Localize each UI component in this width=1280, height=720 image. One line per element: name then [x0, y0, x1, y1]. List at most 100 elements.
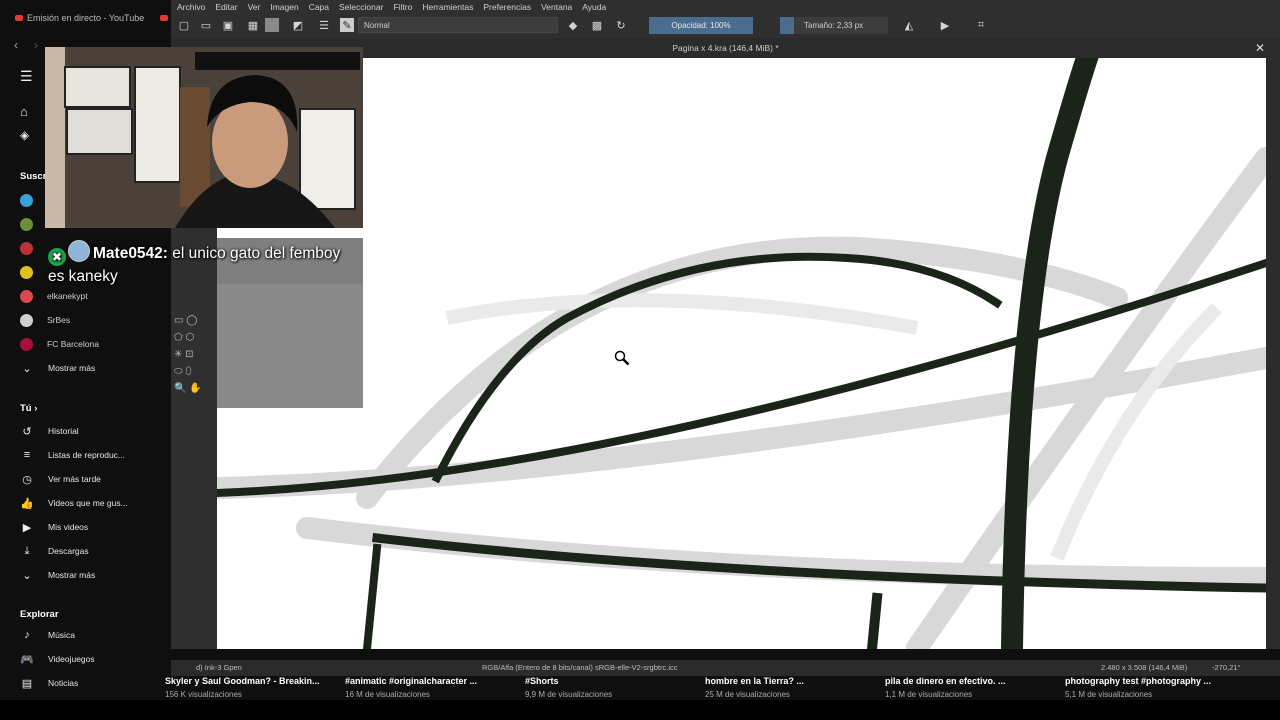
menu-ayuda[interactable]: Ayuda	[582, 2, 606, 12]
menu-icon[interactable]: ☰	[20, 68, 33, 85]
subscription-name: FC Barcelona	[47, 339, 99, 349]
krita-menubar: Archivo Editar Ver Imagen Capa Seleccion…	[171, 0, 1280, 13]
nav-playlists[interactable]: ≡ Listas de reproduc...	[20, 445, 170, 465]
canvas-scrollbar[interactable]	[1266, 58, 1280, 649]
moderator-badge-icon: ✖	[48, 248, 66, 266]
youtube-favicon-icon	[160, 15, 168, 21]
bezier-select-icon[interactable]: ⬭ ⬯	[174, 363, 214, 380]
nav-history[interactable]: ↺ Historial	[20, 421, 170, 441]
gaming-icon: 🎮	[20, 653, 34, 666]
toolbox-tools: ▭ ◯ ⬠ ⬡ ✳ ⊡ ⬭ ⬯ 🔍 ✋	[174, 312, 214, 402]
krita-statusbar: d) Ink-3 Gpen RGB/Alfa (Entero de 8 bits…	[171, 660, 1280, 676]
avatar[interactable]	[20, 194, 33, 207]
video-views: 25 M de visualizaciones	[705, 690, 790, 699]
nav-news[interactable]: ▤ Noticias	[20, 673, 170, 693]
avatar[interactable]	[20, 242, 33, 255]
forward-icon[interactable]: ›	[34, 38, 38, 52]
chevron-down-icon: ⌄	[22, 362, 32, 375]
avatar	[20, 313, 33, 327]
polygon-select-icon[interactable]: ⬠ ⬡	[174, 329, 214, 346]
video-title[interactable]: Skyler y Saul Goodman? - Breakin...	[165, 676, 320, 686]
pattern-icon[interactable]	[265, 18, 279, 32]
subscription-name: SrBes	[47, 315, 71, 325]
explore-title: Explorar	[20, 609, 59, 620]
chat-text: el unico gato del femboy es kaneky	[48, 245, 341, 285]
nav-my-videos[interactable]: ▶ Mis videos	[20, 517, 170, 537]
gradient-icon[interactable]: ▦	[246, 18, 260, 32]
brush-preset-icon[interactable]: ✎	[340, 18, 354, 32]
menu-imagen[interactable]: Imagen	[270, 2, 298, 12]
menu-herramientas[interactable]: Herramientas	[422, 2, 473, 12]
video-title[interactable]: #Shorts	[525, 676, 559, 686]
music-icon: ♪	[24, 629, 30, 641]
subscription-item[interactable]: SrBes	[20, 310, 70, 330]
browser-tab-label: Emisión en directo - YouTube	[27, 13, 145, 23]
blend-mode-select[interactable]: Normal	[358, 17, 558, 33]
browser-tab-2[interactable]	[160, 8, 168, 28]
my-videos-icon: ▶	[22, 521, 32, 534]
menu-capa[interactable]: Capa	[309, 2, 329, 12]
nav-liked[interactable]: 👍 Videos que me gus...	[20, 493, 170, 513]
nav-show-more[interactable]: ⌄ Mostrar más	[20, 565, 170, 585]
home-icon[interactable]: ⌂	[20, 104, 28, 119]
video-title[interactable]: pila de dinero en efectivo. ...	[885, 676, 1006, 686]
menu-archivo[interactable]: Archivo	[177, 2, 205, 12]
avatar	[20, 289, 33, 303]
taskbar	[0, 700, 1280, 720]
wrap-around-icon[interactable]: ⌗	[974, 18, 988, 32]
zoom-pan-icon[interactable]: 🔍 ✋	[174, 380, 214, 397]
avatar	[68, 240, 90, 262]
opacity-slider[interactable]: Opacidad: 100%	[649, 17, 753, 34]
save-icon[interactable]: ▣	[221, 18, 235, 32]
fg-bg-color-icon[interactable]: ◩	[291, 18, 305, 32]
size-slider[interactable]: Tamaño: 2,33 px	[780, 17, 888, 34]
reload-preset-icon[interactable]: ↻	[614, 18, 628, 32]
nav-music[interactable]: ♪ Música	[20, 625, 170, 645]
avatar	[20, 337, 33, 351]
video-views: 9,9 M de visualizaciones	[525, 690, 613, 699]
drawing-canvas[interactable]	[217, 58, 1266, 649]
webcam-feed	[45, 47, 363, 228]
chevron-down-icon: ⌄	[22, 569, 32, 582]
brush-settings-icon[interactable]: ☰	[317, 18, 331, 32]
clock-icon: ◷	[22, 473, 32, 486]
video-title[interactable]: #animatic #originalcharacter ...	[345, 676, 477, 686]
chat-message: ✖ Mate0542: el unico gato del femboy es k…	[48, 240, 348, 288]
avatar[interactable]	[20, 266, 33, 279]
menu-ver[interactable]: Ver	[248, 2, 261, 12]
video-title[interactable]: photography test #photography ...	[1065, 676, 1211, 686]
mirror-vertical-icon[interactable]: ▶	[938, 18, 952, 32]
subscription-name: elkanekypt	[47, 291, 88, 301]
rotation-readout: -270,21°	[1212, 663, 1241, 672]
menu-ventana[interactable]: Ventana	[541, 2, 572, 12]
menu-seleccionar[interactable]: Seleccionar	[339, 2, 383, 12]
menu-editar[interactable]: Editar	[215, 2, 237, 12]
browser-tab[interactable]: Emisión en directo - YouTube	[15, 8, 144, 28]
close-icon[interactable]: ✕	[1254, 41, 1266, 55]
magic-wand-icon[interactable]: ✳ ⊡	[174, 346, 214, 363]
video-title[interactable]: hombre en la Tierra? ...	[705, 676, 804, 686]
menu-filtro[interactable]: Filtro	[393, 2, 412, 12]
shorts-icon[interactable]: ◈	[20, 128, 29, 142]
mirror-horizontal-icon[interactable]: ◭	[902, 18, 916, 32]
nav-gaming[interactable]: 🎮 Videojuegos	[20, 649, 170, 669]
subscription-item[interactable]: elkanekypt	[20, 286, 88, 306]
open-folder-icon[interactable]: ▭	[199, 18, 213, 32]
nav-watch-later[interactable]: ◷ Ver más tarde	[20, 469, 170, 489]
nav-downloads[interactable]: ⤓ Descargas	[20, 541, 170, 561]
eraser-icon[interactable]: ◆	[566, 18, 580, 32]
size-slider-fill	[780, 17, 794, 34]
new-document-icon[interactable]: ▢	[177, 18, 191, 32]
subscription-item[interactable]: FC Barcelona	[20, 334, 99, 354]
avatar[interactable]	[20, 218, 33, 231]
menu-preferencias[interactable]: Preferencias	[483, 2, 531, 12]
video-views: 156 K visualizaciones	[165, 690, 242, 699]
like-icon: 👍	[20, 497, 34, 510]
rect-select-icon[interactable]: ▭ ◯	[174, 312, 214, 329]
back-icon[interactable]: ‹	[14, 38, 18, 52]
brush-name: d) Ink-3 Gpen	[196, 663, 242, 672]
playlist-icon: ≡	[23, 449, 31, 461]
alpha-lock-icon[interactable]: ▩	[590, 18, 604, 32]
you-section-title[interactable]: Tú ›	[20, 403, 37, 414]
subs-show-more[interactable]: ⌄ Mostrar más	[20, 358, 170, 378]
